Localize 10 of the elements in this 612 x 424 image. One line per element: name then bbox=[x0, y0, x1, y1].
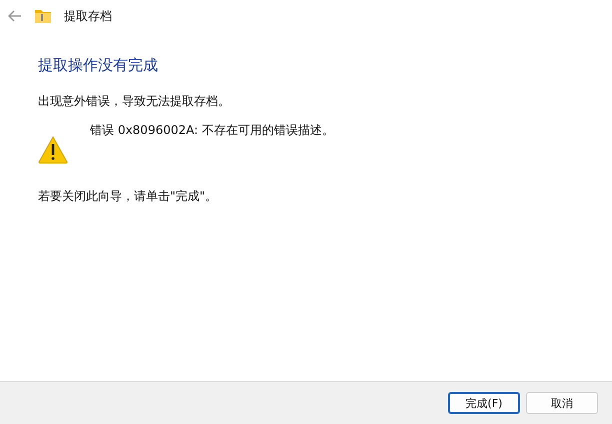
finish-button[interactable]: 完成(F) bbox=[448, 392, 520, 414]
back-arrow-icon[interactable] bbox=[8, 10, 22, 22]
heading: 提取操作没有完成 bbox=[38, 56, 159, 75]
folder-icon bbox=[34, 8, 52, 24]
error-code-text: 错误 0x8096002A: 不存在可用的错误描述。 bbox=[90, 122, 334, 139]
warning-icon bbox=[38, 136, 68, 164]
error-message: 出现意外错误，导致无法提取存档。 bbox=[38, 93, 231, 110]
instruction-text: 若要关闭此向导，请单击"完成"。 bbox=[38, 188, 218, 205]
window-title: 提取存档 bbox=[64, 8, 112, 24]
cancel-button[interactable]: 取消 bbox=[526, 392, 598, 414]
